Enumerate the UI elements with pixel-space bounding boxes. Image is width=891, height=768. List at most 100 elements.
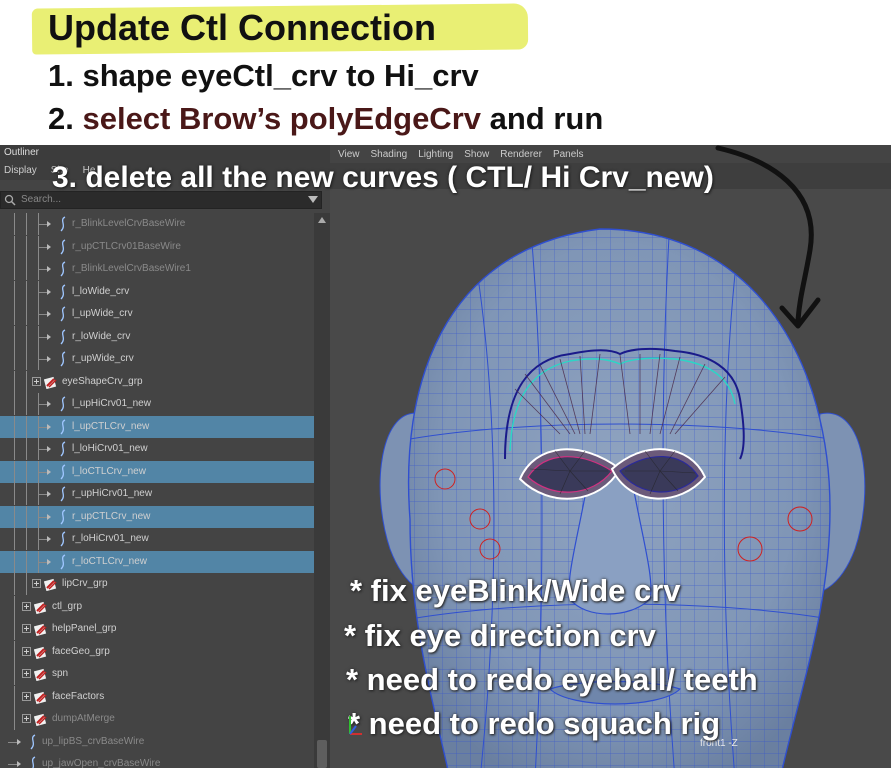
- branch-arrow-icon: [47, 558, 51, 565]
- menu-view[interactable]: View: [338, 149, 360, 160]
- tree-row[interactable]: r_loWide_crv: [0, 325, 314, 348]
- tree-guide-line: [14, 280, 15, 303]
- search-icon: [4, 194, 16, 206]
- tree-guide-line: [26, 235, 27, 258]
- tree-guide-line: [26, 348, 27, 370]
- tree-guide-line: [14, 708, 15, 730]
- tree-row[interactable]: l_upHiCrv01_new: [0, 393, 314, 415]
- tree-row-label: l_upCTLCrv_new: [72, 420, 150, 432]
- tree-row[interactable]: r_loCTLCrv_new: [0, 550, 314, 573]
- tree-row[interactable]: helpPanel_grp: [0, 618, 314, 640]
- tree-row[interactable]: faceFactors: [0, 685, 314, 708]
- tree-row-label: faceGeo_grp: [52, 645, 110, 657]
- branch-arrow-icon: [47, 288, 51, 295]
- tree-row[interactable]: r_upCTLCrv01BaseWire: [0, 235, 314, 258]
- tree-guide-line: [14, 483, 15, 505]
- tree-row-label: l_loCTLCrv_new: [72, 465, 146, 477]
- tree-row[interactable]: l_loCTLCrv_new: [0, 460, 314, 483]
- branch-arrow-icon: [47, 536, 51, 542]
- tree-row[interactable]: spn: [0, 663, 314, 685]
- tree-row[interactable]: ctl_grp: [0, 595, 314, 618]
- expand-icon[interactable]: [22, 624, 31, 633]
- tree-guide-line: [26, 325, 27, 348]
- tree-row-label: dumpAtMerge: [52, 713, 115, 724]
- expand-icon[interactable]: [22, 691, 31, 701]
- group-icon: [44, 578, 57, 591]
- expand-icon[interactable]: [22, 646, 31, 656]
- tree-row[interactable]: l_upWide_crv: [0, 303, 314, 325]
- expand-icon[interactable]: [32, 376, 41, 386]
- menu-panels[interactable]: Panels: [553, 149, 584, 160]
- tree-row[interactable]: r_loHiCrv01_new: [0, 528, 314, 550]
- outliner-title: Outliner: [0, 145, 330, 160]
- tree-row-label: up_jawOpen_crvBaseWire: [42, 758, 161, 768]
- group-icon: [34, 646, 47, 659]
- expand-icon[interactable]: [22, 669, 31, 678]
- tree-guide-line: [14, 595, 15, 618]
- tree-row[interactable]: r_BlinkLevelCrvBaseWire1: [0, 258, 314, 280]
- scroll-thumb[interactable]: [317, 740, 327, 768]
- tree-guide-line: [14, 235, 15, 258]
- tree-row[interactable]: lipCrv_grp: [0, 573, 314, 595]
- tree-guide-line: [26, 370, 27, 393]
- outliner-scrollbar[interactable]: [314, 213, 330, 768]
- tree-guide-line: [26, 528, 27, 550]
- branch-arrow-icon: [47, 446, 51, 452]
- tree-guide-line: [26, 460, 27, 483]
- tree-row-label: r_loCTLCrv_new: [72, 555, 148, 567]
- tree-guide-line: [26, 483, 27, 505]
- expand-icon[interactable]: [22, 601, 31, 611]
- scroll-up-icon[interactable]: [318, 217, 326, 223]
- tree-row-label: l_loHiCrv01_new: [72, 443, 148, 454]
- tree-guide-line: [14, 618, 15, 640]
- tree-guide-line: [14, 640, 15, 663]
- menu-shading[interactable]: Shading: [371, 149, 408, 160]
- tree-row[interactable]: up_lipBS_crvBaseWire: [0, 731, 314, 753]
- curve-icon: [60, 418, 66, 434]
- tree-row[interactable]: r_BlinkLevelCrvBaseWire: [0, 213, 314, 235]
- menu-renderer[interactable]: Renderer: [500, 149, 542, 160]
- chevron-down-icon[interactable]: [308, 196, 318, 203]
- tree-row-label: l_upHiCrv01_new: [72, 398, 151, 409]
- branch-arrow-icon: [47, 243, 51, 250]
- group-icon: [34, 668, 47, 681]
- menu-show[interactable]: Show: [464, 149, 489, 160]
- tree-guide-line: [14, 438, 15, 460]
- tree-row-label: r_upCTLCrv01BaseWire: [72, 240, 181, 252]
- branch-arrow-icon: [17, 761, 21, 767]
- tree-row-label: r_BlinkLevelCrvBaseWire1: [72, 263, 191, 274]
- branch-arrow-icon: [47, 266, 51, 272]
- expand-icon[interactable]: [32, 579, 41, 588]
- note-redo-squash: * need to redo squach rig: [348, 706, 721, 741]
- tree-row-label: eyeShapeCrv_grp: [62, 375, 143, 387]
- tree-row[interactable]: up_jawOpen_crvBaseWire: [0, 753, 314, 768]
- tree-guide-line: [26, 303, 27, 325]
- note-fix-blink: * fix eyeBlink/Wide crv: [350, 573, 681, 608]
- tree-row[interactable]: faceGeo_grp: [0, 640, 314, 663]
- curve-icon: [60, 261, 66, 277]
- tree-row[interactable]: l_loHiCrv01_new: [0, 438, 314, 460]
- tree-row-label: up_lipBS_crvBaseWire: [42, 735, 145, 747]
- tree-guide-line: [14, 325, 15, 348]
- tree-row-label: l_upWide_crv: [72, 308, 133, 319]
- tree-guide-line: [14, 505, 15, 528]
- tree-row[interactable]: eyeShapeCrv_grp: [0, 370, 314, 393]
- tree-row[interactable]: l_loWide_crv: [0, 280, 314, 303]
- menu-lighting[interactable]: Lighting: [418, 149, 453, 160]
- tree-row[interactable]: dumpAtMerge: [0, 708, 314, 730]
- tree-guide-line: [26, 505, 27, 528]
- tree-row-label: l_loWide_crv: [72, 285, 130, 297]
- tree-row[interactable]: r_upWide_crv: [0, 348, 314, 370]
- tree-row[interactable]: r_upCTLCrv_new: [0, 505, 314, 528]
- tree-row[interactable]: r_upHiCrv01_new: [0, 483, 314, 505]
- instruction-header: Update Ctl Connection 1. shape eyeCtl_cr…: [0, 0, 891, 145]
- tree-guide-line: [14, 370, 15, 393]
- tree-row-label: r_upWide_crv: [72, 353, 134, 364]
- curve-icon: [60, 351, 66, 367]
- tree-guide-line: [26, 280, 27, 303]
- tree-row-label: faceFactors: [52, 690, 105, 702]
- menu-display[interactable]: Display: [4, 165, 37, 176]
- tree-row[interactable]: l_upCTLCrv_new: [0, 415, 314, 438]
- branch-arrow-icon: [47, 356, 51, 362]
- expand-icon[interactable]: [22, 714, 31, 723]
